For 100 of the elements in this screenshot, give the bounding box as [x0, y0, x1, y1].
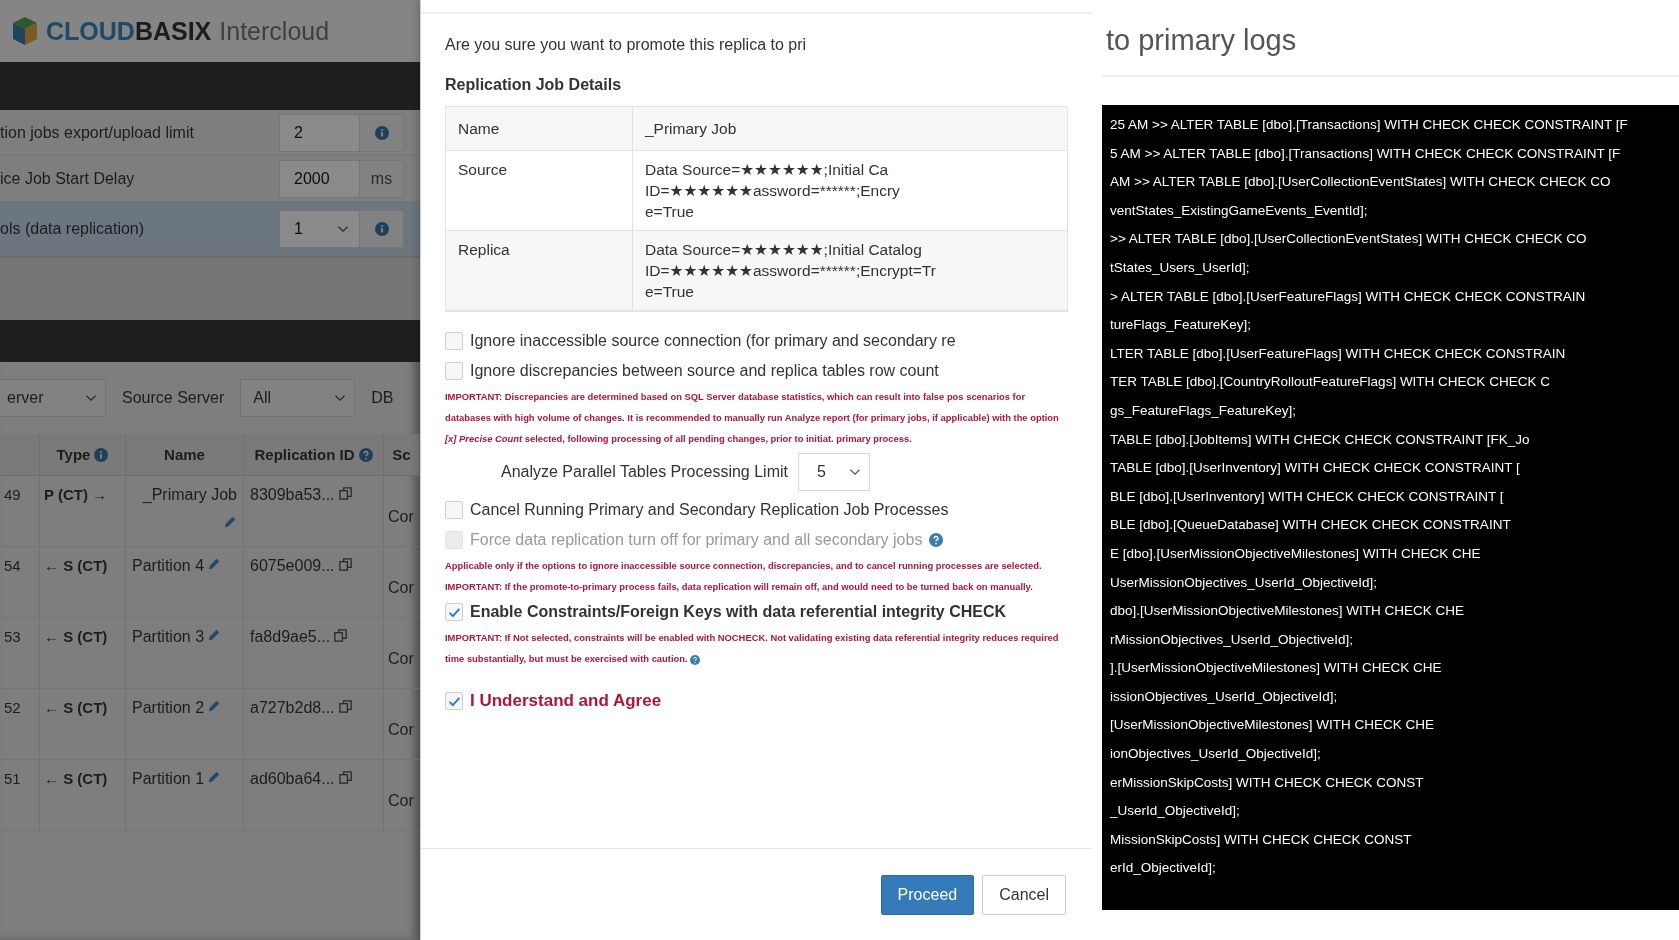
detail-label: Replica: [446, 231, 633, 311]
warning-note: IMPORTANT: If the promote-to-primary process fails, data replication will remain off, and would need to be turned back on manually.: [445, 580, 1034, 594]
warning-note: IMPORTANT: Discrepancies are determined based on SQL Server database statistics, which can result into false pos scenarios for databases with high volume of changes. It is recommended to manually run Analyze report (for primary jobs, if applicable) with the option [x] Precise Count selected, following processing of all pending changes, prior to initiat. primary process.: [445, 390, 1060, 446]
copy-icon: [333, 628, 349, 643]
checkbox-label: Ignore discrepancies between source and replica tables row count: [470, 362, 939, 380]
log-line: 25 AM >> ALTER TABLE [dbo].[Transactions] WITH CHECK CHECK CONSTRAINT [F: [1110, 116, 1629, 134]
log-line: [UserMissionObjectiveMilestones] WITH CHECK CHE: [1110, 716, 1436, 735]
replication-id: ad60ba64...: [250, 770, 335, 789]
log-line: ventStates_ExistingGameEvents_EventId];: [1110, 201, 1369, 220]
replication-id: a727b2d8...: [250, 699, 335, 718]
brand-name: CLOUDBASIX: [46, 16, 212, 46]
table-cell: ← S (CT): [40, 760, 126, 831]
job-name: Partition 1: [132, 770, 205, 789]
help-icon: [358, 447, 373, 462]
table-cell: 53: [0, 618, 40, 689]
log-line: issionObjectives_UserId_ObjectiveId];: [1110, 687, 1339, 706]
warning-note: IMPORTANT: If Not selected, constraints will be enabled with NOCHECK. Not validating existing data referential integrity reduces required time substantially, but must be exercised with caution.: [445, 631, 1060, 667]
checkbox[interactable]: [445, 362, 463, 380]
job-name: Partition 4: [132, 557, 205, 576]
log-line: erId_ObjectiveId];: [1110, 859, 1217, 878]
job-name: Partition 2: [132, 699, 205, 718]
checkbox[interactable]: [445, 692, 463, 710]
table-cell: P (CT) →: [40, 476, 126, 547]
checkbox-label: Cancel Running Primary and Secondary Replication Job Processes: [470, 501, 949, 519]
log-line: TER TABLE [dbo].[CountryRolloutFeatureFlags] WITH CHECK CHECK C: [1110, 373, 1551, 392]
job-name: _Primary Job: [142, 486, 237, 505]
table-cell: ← S (CT): [40, 618, 126, 689]
log-line: LTER TABLE [dbo].[UserFeatureFlags] WITH CHECK CHECK CONSTRAIN: [1110, 344, 1567, 363]
log-line: E [dbo].[UserMissionObjectiveMilestones] WITH CHECK CHE: [1110, 544, 1482, 563]
select-label: Analyze Parallel Tables Processing Limit: [501, 463, 788, 481]
detail-label: Source: [446, 151, 633, 231]
pencil-icon: [207, 628, 222, 642]
cancel-button[interactable]: Cancel: [982, 874, 1066, 915]
copy-icon: [337, 770, 353, 785]
table-header-cell: Sc: [384, 434, 420, 476]
limit-select[interactable]: 5: [797, 453, 870, 491]
detail-value: Data Source=★★★★★★;Initial Catalog ID=★★★★★★assword=******;Encrypt=Tr e=True: [633, 231, 1067, 311]
log-line: erMissionSkipCosts] WITH CHECK CHECK CONST: [1110, 773, 1425, 792]
log-line: > ALTER TABLE [dbo].[UserFeatureFlags] WITH CHECK CHECK CONSTRAIN: [1110, 287, 1587, 306]
pencil-icon: [207, 770, 222, 784]
log-line: TABLE [dbo].[JobItems] WITH CHECK CHECK CONSTRAINT [FK_Jo: [1110, 430, 1531, 449]
log-line: BLE [dbo].[UserInventory] WITH CHECK CHECK CONSTRAINT [: [1110, 487, 1505, 506]
warning-note: Applicable only if the options to ignore inaccessible source connection, discrepancies, and to cancel running processes are selected.: [445, 559, 1043, 573]
checkbox-label: I Understand and Agree: [470, 691, 662, 711]
number-field[interactable]: 2000: [279, 159, 360, 198]
log-line: 5 AM >> ALTER TABLE [dbo].[Transactions] WITH CHECK CHECK CONSTRAINT [F: [1110, 144, 1622, 163]
log-line: ].[UserMissionObjectiveMilestones] WITH CHECK CHE: [1110, 659, 1443, 678]
table-cell: ← S (CT): [40, 547, 126, 618]
checkbox[interactable]: [445, 332, 463, 350]
cube-logo-icon: [12, 16, 38, 46]
job-name: Partition 3: [132, 628, 205, 647]
checkbox[interactable]: [445, 603, 463, 621]
replication-id: fa8d9ae5...: [250, 628, 331, 647]
log-line: ionObjectives_UserId_ObjectiveId];: [1110, 745, 1322, 764]
number-select[interactable]: 1: [279, 209, 360, 248]
check-icon: [447, 605, 461, 619]
detail-label: Name: [446, 107, 633, 151]
table-cell: ← S (CT): [40, 689, 126, 760]
table-header-cell: Type: [40, 434, 126, 476]
info-icon: [94, 447, 109, 462]
log-line: _UserId_ObjectiveId];: [1110, 802, 1241, 821]
log-line: rMissionObjectives_UserId_ObjectiveId];: [1110, 630, 1355, 649]
log-line: tStates_Users_UserId];: [1110, 258, 1251, 277]
table-cell: 54: [0, 547, 40, 618]
details-heading: Replication Job Details: [445, 76, 623, 94]
pencil-icon: [207, 699, 222, 713]
number-field[interactable]: 2: [279, 113, 360, 152]
info-icon: [374, 125, 389, 140]
unit-addon: ms: [360, 159, 404, 198]
table-header-cell: Replication ID: [244, 434, 384, 476]
log-line: UserMissionObjectives_UserId_ObjectiveId];: [1110, 573, 1379, 592]
product-name: Intercloud: [219, 16, 330, 46]
checkbox-label: Force data replication turn off for primary and all secondary jobs: [470, 531, 923, 549]
copy-icon: [337, 699, 353, 714]
detail-value: _Primary Job: [633, 107, 1067, 151]
table-cell: 51: [0, 760, 40, 831]
log-line: AM >> ALTER TABLE [dbo].[UserCollectionEventStates] WITH CHECK CHECK CO: [1110, 173, 1612, 192]
filter-label: DB: [371, 389, 394, 407]
checkbox-label: Ignore inaccessible source connection (for primary and secondary re: [470, 332, 956, 350]
copy-icon: [337, 557, 353, 572]
filter-select[interactable]: erver: [0, 379, 106, 417]
setting-label: tion jobs export/upload limit: [0, 123, 194, 142]
filter-label: Source Server: [122, 389, 225, 407]
log-line: TABLE [dbo].[UserInventory] WITH CHECK CHECK CONSTRAINT [: [1110, 459, 1521, 478]
check-icon: [447, 694, 461, 708]
log-line: >> ALTER TABLE [dbo].[UserCollectionEventStates] WITH CHECK CHECK CO: [1110, 230, 1588, 249]
proceed-button[interactable]: Proceed: [880, 874, 975, 915]
info-icon: [374, 221, 389, 236]
table-header-cell: Name: [126, 434, 244, 476]
log-line: dbo].[UserMissionObjectiveMilestones] WITH CHECK CHE: [1110, 602, 1466, 621]
table-cell: 49: [0, 476, 40, 547]
checkbox[interactable]: [445, 501, 463, 519]
pencil-icon: [207, 557, 222, 571]
filter-select[interactable]: All: [240, 379, 356, 417]
pencil-icon: [223, 514, 237, 529]
copy-icon: [337, 486, 353, 501]
setting-label: ols (data replication): [0, 219, 145, 238]
table-cell: 52: [0, 689, 40, 760]
checkbox-label: Enable Constraints/Foreign Keys with data referential integrity CHECK: [470, 603, 1007, 621]
log-line: tureFlags_FeatureKey];: [1110, 316, 1253, 335]
